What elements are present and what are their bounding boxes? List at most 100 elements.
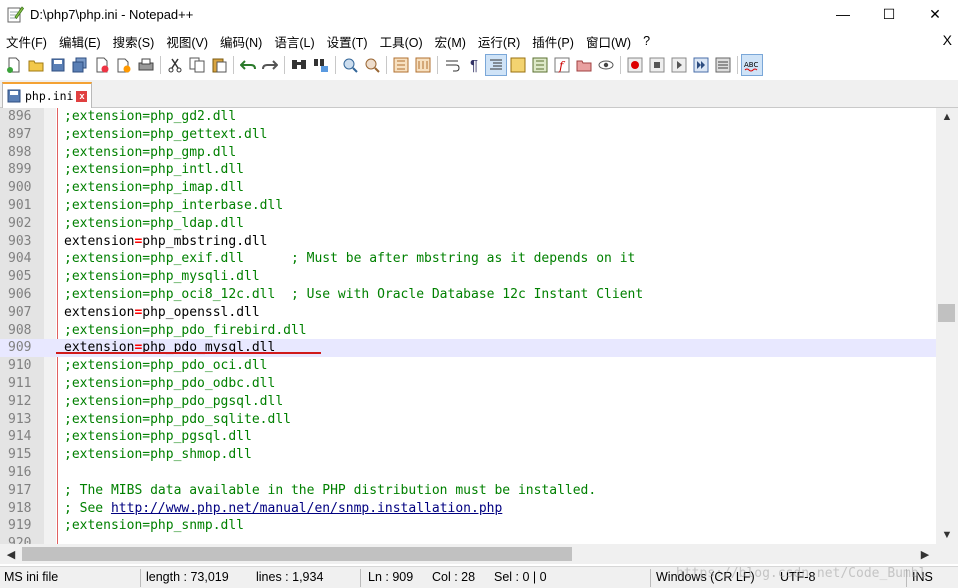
code-line[interactable]: 896 ;extension=php_gd2.dll	[0, 108, 936, 126]
cut-button[interactable]	[164, 54, 186, 76]
line-number: 899	[8, 162, 32, 178]
folder-workspace-button[interactable]	[573, 54, 595, 76]
indent-guide-button[interactable]	[485, 54, 507, 76]
menu-view[interactable]: 视图(V)	[160, 32, 214, 51]
menu-search[interactable]: 搜索(S)	[107, 32, 161, 51]
code-line[interactable]: 903 extension=php_mbstring.dll	[0, 233, 936, 251]
close-icon	[96, 57, 109, 73]
line-number: 912	[8, 393, 32, 409]
paste-button[interactable]	[208, 54, 230, 76]
record-macro-button[interactable]	[624, 54, 646, 76]
zoom-out-button[interactable]	[361, 54, 383, 76]
close-document-button[interactable]: X	[943, 32, 952, 48]
menu-tools[interactable]: 工具(O)	[374, 32, 429, 51]
run-macro-multiple-button[interactable]	[690, 54, 712, 76]
code-line[interactable]: 907 extension=php_openssl.dll	[0, 304, 936, 322]
menu-window[interactable]: 窗口(W)	[580, 32, 637, 51]
tab-close-button[interactable]: x	[76, 90, 88, 102]
vertical-scroll-thumb[interactable]	[938, 304, 955, 322]
code-line[interactable]: 899 ;extension=php_intl.dll	[0, 161, 936, 179]
code-line[interactable]: 906 ;extension=php_oci8_12c.dll ; Use wit…	[0, 286, 936, 304]
code-line[interactable]: 904 ;extension=php_exif.dll ; Must be aft…	[0, 250, 936, 268]
code-line[interactable]: 914 ;extension=php_pgsql.dll	[0, 428, 936, 446]
code-line[interactable]: 916	[0, 464, 936, 482]
scroll-down-arrow-icon[interactable]: ▼	[936, 526, 958, 544]
open-file-button[interactable]	[25, 54, 47, 76]
find-button[interactable]	[288, 54, 310, 76]
folder-workspace-icon	[576, 60, 592, 72]
code-line[interactable]: 918 ; See http://www.php.net/manual/en/sn…	[0, 500, 936, 518]
word-wrap-button[interactable]	[441, 54, 463, 76]
close-window-button[interactable]: ✕	[912, 0, 958, 28]
code-text: ;extension=php_snmp.dll	[64, 518, 245, 534]
horizontal-scrollbar[interactable]: ◀ ▶	[0, 544, 958, 564]
menu-file[interactable]: 文件(F)	[0, 32, 53, 51]
menu-run[interactable]: 运行(R)	[472, 32, 526, 51]
code-line[interactable]: 902 ;extension=php_ldap.dll	[0, 215, 936, 233]
menu-help[interactable]: ?	[637, 34, 656, 48]
print-button[interactable]	[135, 54, 157, 76]
close-button[interactable]	[91, 54, 113, 76]
menu-plugins[interactable]: 插件(P)	[526, 32, 580, 51]
monitor-button[interactable]	[595, 54, 617, 76]
save-macro-button[interactable]	[712, 54, 734, 76]
copy-button[interactable]	[186, 54, 208, 76]
code-line[interactable]: 917 ; The MIBS data available in the PHP …	[0, 482, 936, 500]
code-line[interactable]: 919 ;extension=php_snmp.dll	[0, 517, 936, 535]
code-line[interactable]: 908 ;extension=php_pdo_firebird.dll	[0, 322, 936, 340]
spell-check-button[interactable]: ABC	[741, 54, 763, 76]
menu-language[interactable]: 语言(L)	[268, 32, 320, 51]
menu-settings[interactable]: 设置(T)	[321, 32, 374, 51]
play-macro-button[interactable]	[668, 54, 690, 76]
code-text: extension=php_mbstring.dll	[64, 233, 268, 249]
function-list-button[interactable]	[529, 54, 551, 76]
scroll-left-arrow-icon[interactable]: ◀	[0, 544, 22, 564]
menu-encoding[interactable]: 编码(N)	[214, 32, 268, 51]
code-line[interactable]: 911 ;extension=php_pdo_odbc.dll	[0, 375, 936, 393]
cut-icon	[168, 58, 182, 73]
undo-button[interactable]	[237, 54, 259, 76]
scroll-up-arrow-icon[interactable]: ▲	[936, 108, 958, 126]
code-text: extension=php_pdo_mysql.dll	[64, 340, 276, 356]
show-all-chars-button[interactable]: ¶	[463, 54, 485, 76]
redo-button[interactable]	[259, 54, 281, 76]
code-line[interactable]: 912 ;extension=php_pdo_pgsql.dll	[0, 393, 936, 411]
code-text: ;extension=php_ldap.dll	[64, 215, 245, 231]
vertical-scrollbar[interactable]: ▲ ▼	[936, 108, 958, 544]
code-line[interactable]: 910 ;extension=php_pdo_oci.dll	[0, 357, 936, 375]
window-title: D:\php7\php.ini - Notepad++	[30, 6, 194, 22]
code-line[interactable]: 897 ;extension=php_gettext.dll	[0, 126, 936, 144]
menu-macro[interactable]: 宏(M)	[429, 32, 472, 51]
stop-macro-button[interactable]	[646, 54, 668, 76]
code-hyperlink[interactable]: http://www.php.net/manual/en/snmp.instal…	[111, 501, 502, 516]
code-line[interactable]: 915 ;extension=php_shmop.dll	[0, 446, 936, 464]
code-line[interactable]: 913 ;extension=php_pdo_sqlite.dll	[0, 411, 936, 429]
tab-php-ini[interactable]: php.ini x	[2, 82, 92, 108]
doc-map-button[interactable]	[507, 54, 529, 76]
zoom-out-icon	[365, 58, 380, 73]
horizontal-scroll-thumb[interactable]	[22, 547, 572, 561]
save-button[interactable]	[47, 54, 69, 76]
code-line[interactable]: 905 ;extension=php_mysqli.dll	[0, 268, 936, 286]
maximize-button[interactable]: ☐	[866, 0, 912, 28]
new-file-button[interactable]	[3, 54, 25, 76]
status-line-number: Ln : 909	[368, 570, 414, 584]
code-line[interactable]: 909 extension=php_pdo_mysql.dll	[0, 339, 936, 358]
function-button[interactable]: f	[551, 54, 573, 76]
scroll-right-arrow-icon[interactable]: ▶	[914, 544, 936, 564]
close-all-button[interactable]	[113, 54, 135, 76]
menu-bar: 文件(F) 编辑(E) 搜索(S) 视图(V) 编码(N) 语言(L) 设置(T…	[0, 30, 958, 52]
code-line[interactable]: 898 ;extension=php_gmp.dll	[0, 144, 936, 162]
replace-button[interactable]	[310, 54, 332, 76]
editor-area[interactable]: 896 ;extension=php_gd2.dll 897 ;extension=p…	[0, 108, 958, 544]
sync-horizontal-button[interactable]	[412, 54, 434, 76]
minimize-button[interactable]: —	[820, 0, 866, 28]
zoom-in-button[interactable]	[339, 54, 361, 76]
sync-vertical-button[interactable]	[390, 54, 412, 76]
code-line[interactable]: 900 ;extension=php_imap.dll	[0, 179, 936, 197]
line-number: 919	[8, 518, 32, 534]
menu-edit[interactable]: 编辑(E)	[53, 32, 107, 51]
code-line[interactable]: 901 ;extension=php_interbase.dll	[0, 197, 936, 215]
save-all-button[interactable]	[69, 54, 91, 76]
code-line[interactable]: 920	[0, 535, 936, 544]
